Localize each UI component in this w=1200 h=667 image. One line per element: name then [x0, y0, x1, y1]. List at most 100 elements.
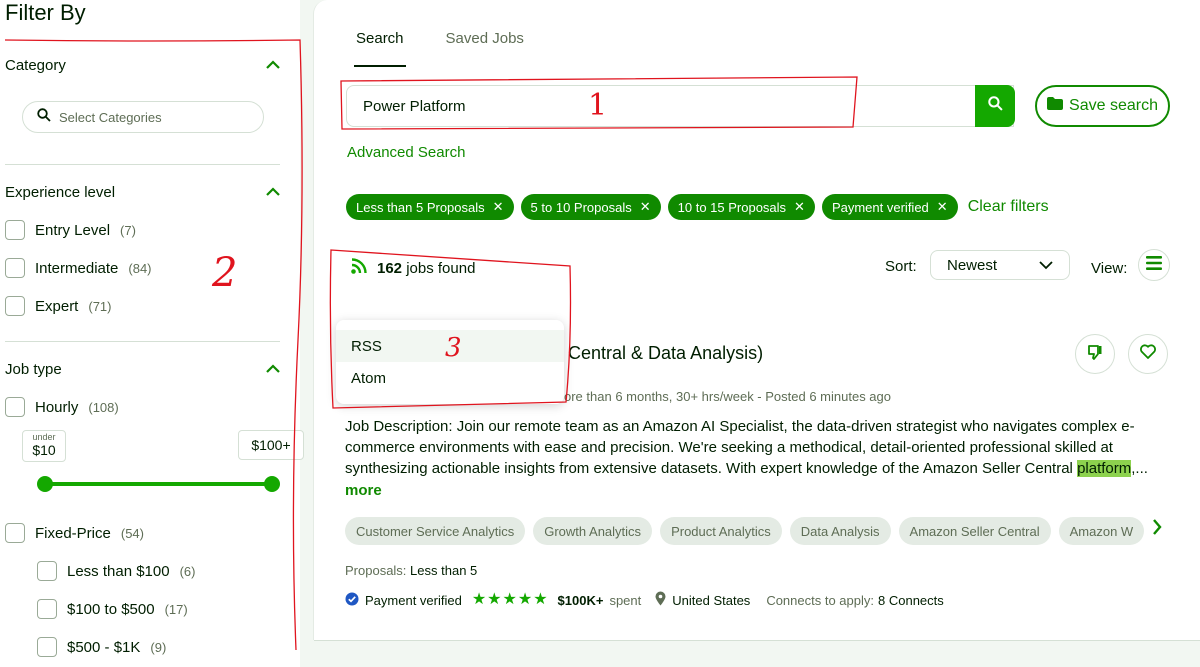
checkbox[interactable] — [37, 599, 57, 619]
jobs-found-label: jobs found — [406, 259, 476, 277]
skill-chip[interactable]: Growth Analytics — [533, 517, 653, 545]
sort-select[interactable]: Newest — [930, 250, 1070, 280]
search-input-value[interactable]: Power Platform — [347, 98, 466, 115]
category-label: Category — [5, 56, 66, 74]
min-rate-label: under $10 — [22, 430, 66, 462]
rate-slider-min-handle[interactable] — [37, 476, 53, 492]
job-description: Job Description: Join our remote team as… — [345, 416, 1165, 479]
chevron-right-icon[interactable] — [1152, 519, 1162, 540]
checkbox-intermediate[interactable]: Intermediate (84) — [5, 258, 152, 278]
save-job-button[interactable] — [1128, 334, 1168, 374]
checkbox-count: (9) — [150, 639, 167, 655]
experience-section-header[interactable]: Experience level — [5, 180, 280, 204]
checkbox-label: $100 to $500 — [67, 600, 155, 618]
divider — [5, 164, 280, 165]
filter-chip[interactable]: 10 to 15 Proposals ✕ — [667, 194, 815, 220]
rate-slider-max-handle[interactable] — [264, 476, 280, 492]
category-section-header[interactable]: Category — [5, 53, 280, 77]
save-search-label: Save search — [1069, 97, 1158, 114]
job-title-link[interactable]: Central & Data Analysis) — [568, 343, 763, 364]
filter-chip[interactable]: 5 to 10 Proposals ✕ — [520, 194, 661, 220]
dislike-button[interactable] — [1075, 334, 1115, 374]
checkbox-label: Hourly — [35, 398, 79, 416]
job-type-label: Job type — [5, 360, 62, 378]
chevron-up-icon[interactable] — [266, 185, 280, 199]
save-search-button[interactable]: Save search — [1035, 85, 1170, 127]
skill-chip[interactable]: Amazon Seller Central — [898, 517, 1051, 545]
search-icon — [37, 107, 51, 127]
checkbox-fixed-price[interactable]: Fixed-Price (54) — [5, 523, 144, 543]
close-icon[interactable]: ✕ — [794, 199, 805, 215]
job-type-section-header[interactable]: Job type — [5, 357, 280, 381]
close-icon[interactable]: ✕ — [493, 199, 504, 215]
tab-search[interactable]: Search — [354, 30, 406, 67]
close-icon[interactable]: ✕ — [937, 199, 948, 215]
menu-item-atom[interactable]: Atom — [336, 362, 564, 394]
thumbs-down-icon — [1087, 344, 1103, 365]
list-view-icon — [1146, 255, 1162, 275]
advanced-search-link[interactable]: Advanced Search — [347, 144, 465, 161]
max-rate-value: $100+ — [251, 437, 291, 453]
filter-title: Filter By — [5, 0, 86, 25]
filter-chip[interactable]: Less than 5 Proposals ✕ — [346, 194, 514, 220]
rate-slider-track[interactable] — [44, 482, 272, 486]
more-link[interactable]: more — [345, 482, 382, 499]
checkbox-less-than-100[interactable]: Less than $100 (6) — [37, 561, 195, 581]
rss-icon[interactable] — [351, 258, 367, 278]
sort-label: Sort: — [885, 258, 917, 275]
checkbox[interactable] — [5, 523, 25, 543]
tab-saved-jobs[interactable]: Saved Jobs — [446, 30, 524, 67]
job-meta: ore than 6 months, 30+ hrs/week - Posted… — [564, 389, 891, 404]
verified-badge-icon — [345, 592, 359, 609]
divider — [5, 341, 280, 342]
skill-chip[interactable]: Data Analysis — [789, 517, 891, 545]
chevron-up-icon[interactable] — [266, 362, 280, 376]
experience-label: Experience level — [5, 183, 116, 201]
checkbox[interactable] — [5, 258, 25, 278]
checkbox[interactable] — [37, 561, 57, 581]
checkbox-expert[interactable]: Expert (71) — [5, 296, 111, 316]
checkbox-label: Expert — [35, 297, 79, 315]
jobs-found: 162 jobs found — [351, 258, 475, 278]
feed-dropdown-menu: RSS Atom — [336, 320, 564, 404]
client-info: Payment verified ★ ★ ★ ★ ★ $100K+ spent … — [345, 591, 944, 609]
heart-icon — [1140, 344, 1156, 364]
checkbox-label: Intermediate — [35, 259, 119, 277]
chevron-up-icon[interactable] — [266, 58, 280, 72]
star-icon: ★ — [487, 591, 502, 608]
checkbox-label: $500 - $1K — [67, 638, 141, 656]
checkbox-entry-level[interactable]: Entry Level (7) — [5, 220, 136, 240]
checkbox-count: (54) — [120, 525, 144, 541]
skill-chip[interactable]: Amazon W — [1058, 517, 1145, 545]
search-input[interactable]: Power Platform — [346, 85, 1014, 127]
search-icon — [987, 96, 1003, 116]
checkbox[interactable] — [5, 220, 25, 240]
checkbox[interactable] — [5, 397, 25, 417]
checkbox-500-to-1k[interactable]: $500 - $1K (9) — [37, 637, 166, 657]
skill-chip[interactable]: Product Analytics — [660, 517, 782, 545]
filter-chip[interactable]: Payment verified ✕ — [821, 194, 958, 220]
checkbox[interactable] — [37, 637, 57, 657]
checkbox-100-to-500[interactable]: $100 to $500 (17) — [37, 599, 188, 619]
view-toggle-button[interactable] — [1138, 249, 1170, 281]
spent-amount: $100K+ — [557, 592, 604, 608]
search-button[interactable] — [975, 85, 1015, 127]
min-rate-value: $10 — [32, 442, 56, 458]
proposals-label: Proposals: — [345, 563, 407, 578]
star-icon: ★ — [471, 591, 487, 608]
menu-item-rss[interactable]: RSS — [336, 330, 564, 362]
checkbox-hourly[interactable]: Hourly (108) — [5, 397, 119, 417]
folder-icon — [1047, 97, 1064, 115]
location-pin-icon — [655, 591, 666, 609]
checkbox-label: Less than $100 — [67, 562, 170, 580]
filter-sidebar: Filter By Category Select Categories Exp… — [0, 0, 304, 667]
checkbox[interactable] — [5, 296, 25, 316]
rating-stars: ★ ★ ★ ★ ★ — [472, 592, 548, 608]
active-filter-chips: Less than 5 Proposals ✕ 5 to 10 Proposals… — [346, 194, 1049, 220]
proposals: Proposals: Less than 5 — [345, 563, 477, 578]
skill-chip[interactable]: Customer Service Analytics — [345, 517, 526, 545]
chip-label: Payment verified — [831, 199, 929, 215]
clear-filters-link[interactable]: Clear filters — [968, 198, 1049, 216]
category-search-input[interactable]: Select Categories — [22, 101, 264, 133]
close-icon[interactable]: ✕ — [640, 199, 651, 215]
